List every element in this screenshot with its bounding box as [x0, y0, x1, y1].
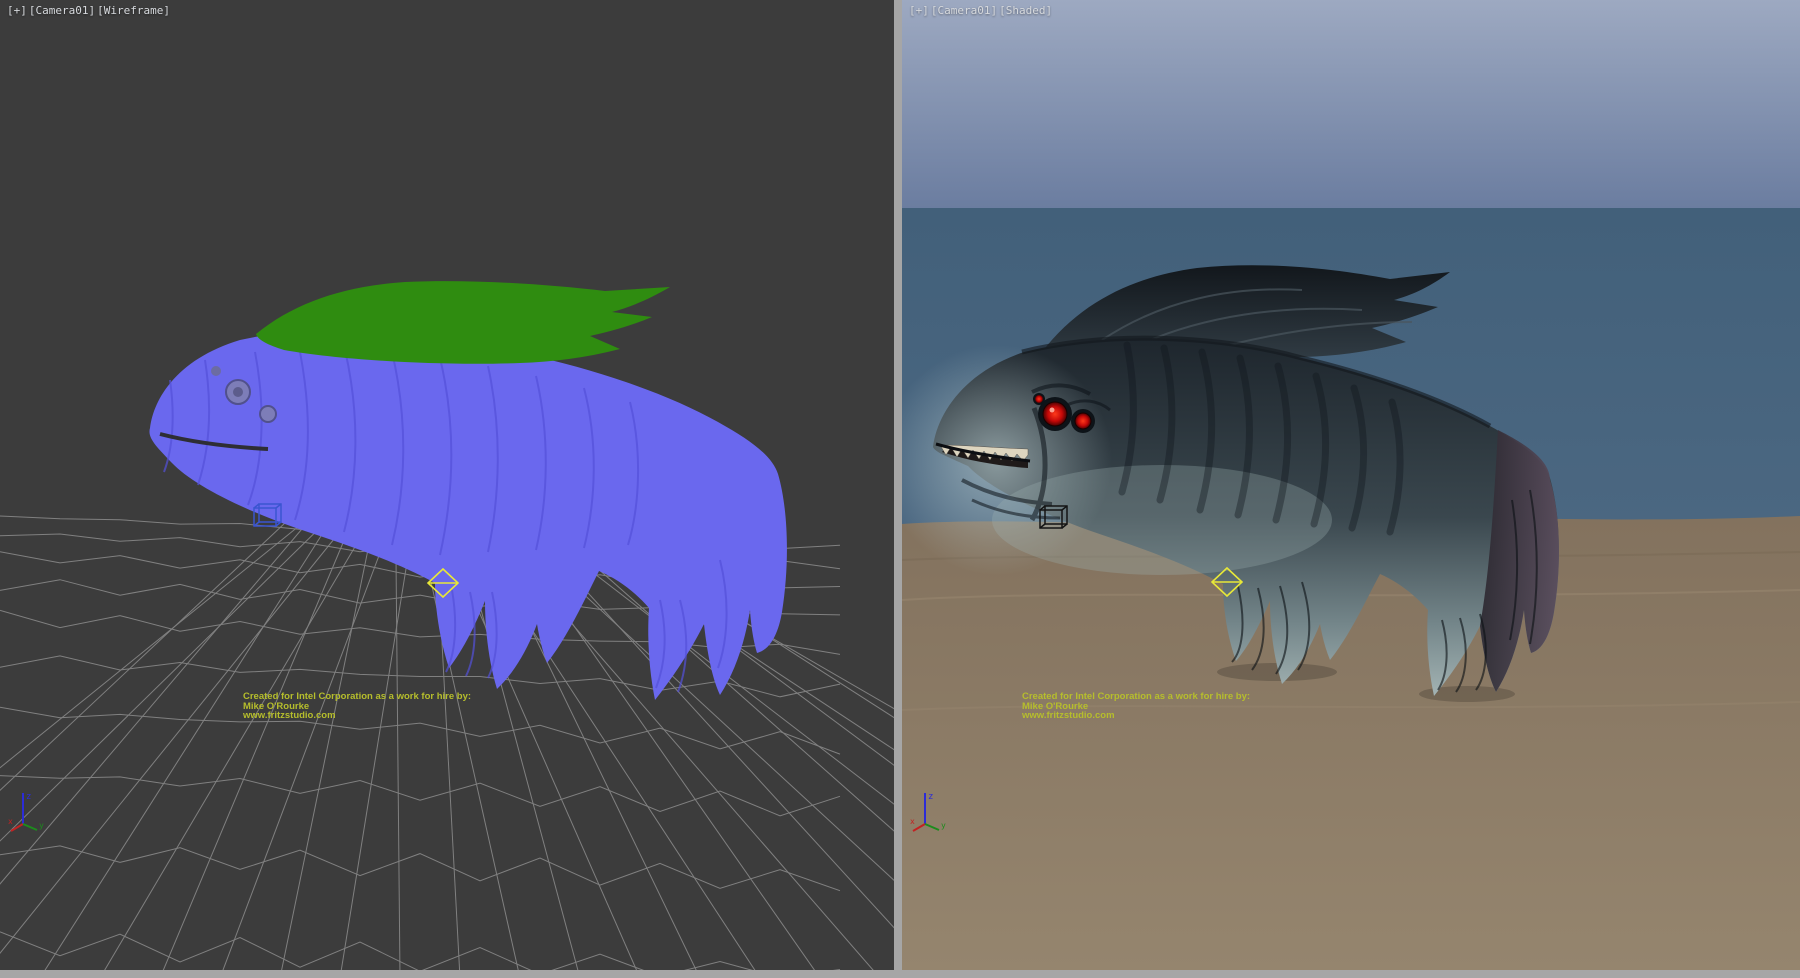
axis-y-label: y [941, 821, 946, 830]
viewport-area: [+] [Camera01] [Wireframe] Created for I… [0, 0, 1800, 978]
viewport-menu-shading[interactable]: [Wireframe] [97, 4, 170, 17]
fish-model-wireframe[interactable] [149, 281, 786, 700]
credit-text: Created for Intel Corporation as a work … [1022, 692, 1250, 721]
viewport-menu-general[interactable]: [+] [909, 4, 929, 17]
viewport-splitter[interactable] [894, 0, 902, 970]
axis-z-label: z [26, 792, 31, 802]
shaded-scene [902, 0, 1800, 970]
viewport-shaded[interactable]: [+] [Camera01] [Shaded] Created for Inte… [902, 0, 1800, 970]
viewport-menu-pov[interactable]: [Camera01] [931, 4, 997, 17]
credit-line-3: www.fritzstudio.com [243, 711, 471, 721]
world-axis-tripod: z x y [910, 786, 956, 836]
world-axis-tripod: z x y [8, 786, 54, 836]
viewport-frame-bottom [0, 970, 1800, 978]
wireframe-scene [0, 0, 894, 970]
sky [902, 0, 1800, 208]
viewport-menu: [+] [Camera01] [Wireframe] [7, 4, 170, 17]
viewport-menu-pov[interactable]: [Camera01] [29, 4, 95, 17]
credit-text: Created for Intel Corporation as a work … [243, 692, 471, 721]
axis-x-label: x [910, 817, 915, 826]
axis-z-label: z [928, 792, 933, 802]
viewport-wireframe[interactable]: [+] [Camera01] [Wireframe] Created for I… [0, 0, 894, 970]
axis-x-label: x [8, 817, 13, 826]
viewport-menu-general[interactable]: [+] [7, 4, 27, 17]
viewport-menu-shading[interactable]: [Shaded] [999, 4, 1052, 17]
credit-line-3: www.fritzstudio.com [1022, 711, 1250, 721]
axis-y-label: y [39, 821, 44, 830]
viewport-menu: [+] [Camera01] [Shaded] [909, 4, 1052, 17]
fish-dorsal-fin[interactable] [256, 281, 670, 364]
